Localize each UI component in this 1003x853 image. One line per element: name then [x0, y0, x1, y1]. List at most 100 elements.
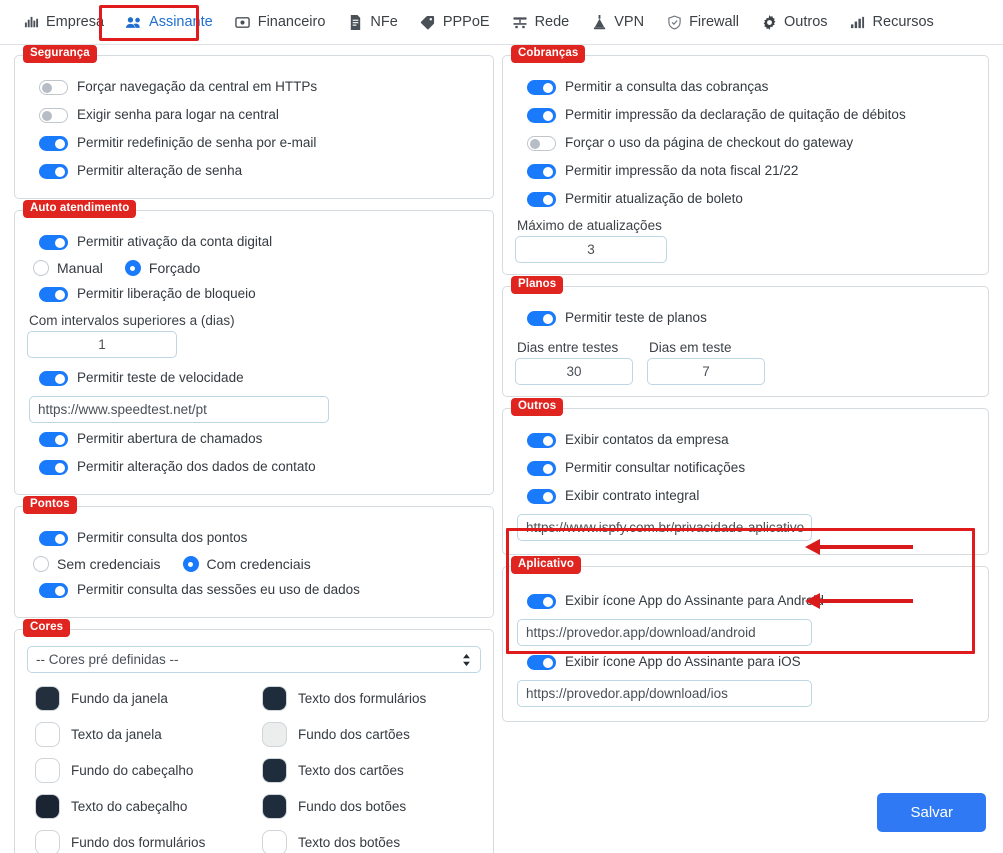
color-row-fundo-botoes[interactable]: Fundo dos botões: [254, 788, 481, 824]
toggle-redefinicao-senha[interactable]: [39, 136, 68, 151]
radio-item-sem-credenciais[interactable]: Sem credenciais: [33, 556, 161, 572]
input-max-atualizacoes[interactable]: 3: [515, 236, 667, 263]
toggle-row-exigir-senha[interactable]: Exigir senha para logar na central: [27, 103, 481, 128]
toggle-consulta-sessoes[interactable]: [39, 583, 68, 598]
toggle-row-consulta-cobrancas[interactable]: Permitir a consulta das cobranças: [515, 75, 976, 100]
input-dias-entre-testes[interactable]: 30: [515, 358, 633, 385]
color-row-texto-cabecalho[interactable]: Texto do cabeçalho: [27, 788, 254, 824]
color-swatch[interactable]: [262, 793, 287, 819]
toggle-contrato-integral[interactable]: [527, 489, 556, 504]
color-row-texto-cartoes[interactable]: Texto dos cartões: [254, 752, 481, 788]
color-swatch[interactable]: [35, 757, 60, 783]
color-row-fundo-cartoes[interactable]: Fundo dos cartões: [254, 716, 481, 752]
tab-outros[interactable]: Outros: [750, 8, 839, 36]
toggle-row-contatos-empresa[interactable]: Exibir contatos da empresa: [515, 428, 976, 453]
tab-pppoe[interactable]: PPPoE: [409, 8, 501, 36]
toggle-dados-contato[interactable]: [39, 460, 68, 475]
input-intervalo-dias[interactable]: 1: [27, 331, 177, 358]
toggle-row-alteracao-senha[interactable]: Permitir alteração de senha: [27, 159, 481, 184]
toggle-label: Permitir redefinição de senha por e-mail: [77, 135, 317, 151]
tab-empresa[interactable]: Empresa: [12, 8, 115, 36]
color-row-texto-formularios[interactable]: Texto dos formulários: [254, 680, 481, 716]
input-dias-em-teste[interactable]: 7: [647, 358, 765, 385]
color-swatch[interactable]: [35, 685, 60, 711]
toggle-label: Exibir ícone App do Assinante para Andro…: [565, 593, 824, 609]
color-row-fundo-cabecalho[interactable]: Fundo do cabeçalho: [27, 752, 254, 788]
tab-firewall[interactable]: Firewall: [655, 8, 750, 36]
tab-rede[interactable]: Rede: [501, 8, 581, 36]
toggle-row-atualizacao-boleto[interactable]: Permitir atualização de boleto: [515, 187, 976, 212]
toggle-teste-velocidade[interactable]: [39, 371, 68, 386]
toggle-exigir-senha[interactable]: [39, 108, 68, 123]
toggle-checkout-gateway[interactable]: [527, 136, 556, 151]
color-row-fundo-janela[interactable]: Fundo da janela: [27, 680, 254, 716]
color-swatch[interactable]: [262, 829, 287, 853]
toggle-nota-fiscal[interactable]: [527, 164, 556, 179]
toggle-row-consultar-notificacoes[interactable]: Permitir consultar notificações: [515, 456, 976, 481]
color-swatch[interactable]: [35, 721, 60, 747]
toggle-teste-planos[interactable]: [527, 311, 556, 326]
color-swatch[interactable]: [262, 721, 287, 747]
toggle-app-android[interactable]: [527, 594, 556, 609]
tab-recursos[interactable]: Recursos: [839, 8, 945, 36]
toggle-row-contrato-integral[interactable]: Exibir contrato integral: [515, 484, 976, 509]
toggle-label: Permitir ativação da conta digital: [77, 234, 273, 250]
toggle-label: Permitir liberação de bloqueio: [77, 286, 256, 302]
toggle-row-teste-velocidade[interactable]: Permitir teste de velocidade: [27, 366, 481, 391]
tab-vpn[interactable]: VPN: [580, 8, 655, 36]
color-swatch[interactable]: [35, 829, 60, 853]
color-grid: Fundo da janela Texto da janela Fundo do…: [27, 680, 481, 853]
color-swatch[interactable]: [262, 685, 287, 711]
color-row-texto-botoes[interactable]: Texto dos botões: [254, 824, 481, 853]
radio-item-forcado[interactable]: Forçado: [124, 260, 200, 276]
toggle-consultar-notificacoes[interactable]: [527, 461, 556, 476]
toggle-row-redefinicao-senha[interactable]: Permitir redefinição de senha por e-mail: [27, 131, 481, 156]
tab-assinante[interactable]: Assinante: [115, 8, 224, 36]
radio-com-credenciais[interactable]: [182, 556, 199, 572]
toggle-contatos-empresa[interactable]: [527, 433, 556, 448]
input-speedtest-url[interactable]: https://www.speedtest.net/pt: [29, 396, 329, 423]
toggle-liberacao-bloqueio[interactable]: [39, 287, 68, 302]
toggle-declaracao-quitacao[interactable]: [527, 108, 556, 123]
input-ios-url[interactable]: https://provedor.app/download/ios: [517, 680, 812, 707]
toggle-row-app-android[interactable]: Exibir ícone App do Assinante para Andro…: [515, 589, 976, 614]
toggle-label: Exibir ícone App do Assinante para iOS: [565, 654, 801, 670]
toggle-row-conta-digital[interactable]: Permitir ativação da conta digital: [27, 230, 481, 255]
toggle-row-app-ios[interactable]: Exibir ícone App do Assinante para iOS: [515, 650, 976, 675]
color-swatch[interactable]: [262, 757, 287, 783]
toggle-consulta-pontos[interactable]: [39, 531, 68, 546]
panel-outros: Outros Exibir contatos da empresa Permit…: [502, 398, 989, 555]
toggle-row-consulta-pontos[interactable]: Permitir consulta dos pontos: [27, 526, 481, 551]
toggle-forcar-https[interactable]: [39, 80, 68, 95]
toggle-row-nota-fiscal[interactable]: Permitir impressão da nota fiscal 21/22: [515, 159, 976, 184]
toggle-atualizacao-boleto[interactable]: [527, 192, 556, 207]
save-button[interactable]: Salvar: [877, 793, 986, 832]
color-swatch[interactable]: [35, 793, 60, 819]
toggle-row-teste-planos[interactable]: Permitir teste de planos: [515, 306, 976, 331]
tab-nfe[interactable]: NFe: [336, 8, 408, 36]
toggle-consulta-cobrancas[interactable]: [527, 80, 556, 95]
select-cores-predefinidas[interactable]: -- Cores pré definidas --: [27, 646, 481, 673]
input-contrato-url[interactable]: https://www.ispfy.com.br/privacidade-apl…: [517, 514, 812, 541]
color-row-fundo-formularios[interactable]: Fundo dos formulários: [27, 824, 254, 853]
color-row-texto-janela[interactable]: Texto da janela: [27, 716, 254, 752]
toggle-row-declaracao-quitacao[interactable]: Permitir impressão da declaração de quit…: [515, 103, 976, 128]
toggle-conta-digital[interactable]: [39, 235, 68, 250]
tab-financeiro[interactable]: Financeiro: [224, 8, 337, 36]
toggle-row-abertura-chamados[interactable]: Permitir abertura de chamados: [27, 427, 481, 452]
radio-manual[interactable]: [33, 260, 49, 276]
radio-group-ativacao: Manual Forçado: [27, 260, 481, 276]
input-android-url[interactable]: https://provedor.app/download/android: [517, 619, 812, 646]
toggle-row-consulta-sessoes[interactable]: Permitir consulta das sessões eu uso de …: [27, 578, 481, 603]
toggle-row-checkout-gateway[interactable]: Forçar o uso da página de checkout do ga…: [515, 131, 976, 156]
radio-item-com-credenciais[interactable]: Com credenciais: [182, 556, 311, 572]
toggle-row-liberacao-bloqueio[interactable]: Permitir liberação de bloqueio: [27, 282, 481, 307]
toggle-app-ios[interactable]: [527, 655, 556, 670]
toggle-row-forcar-https[interactable]: Forçar navegação da central em HTTPs: [27, 75, 481, 100]
radio-item-manual[interactable]: Manual: [33, 260, 103, 276]
radio-forcado[interactable]: [124, 260, 141, 276]
radio-sem-credenciais[interactable]: [33, 556, 49, 572]
toggle-row-dados-contato[interactable]: Permitir alteração dos dados de contato: [27, 455, 481, 480]
toggle-abertura-chamados[interactable]: [39, 432, 68, 447]
toggle-alteracao-senha[interactable]: [39, 164, 68, 179]
